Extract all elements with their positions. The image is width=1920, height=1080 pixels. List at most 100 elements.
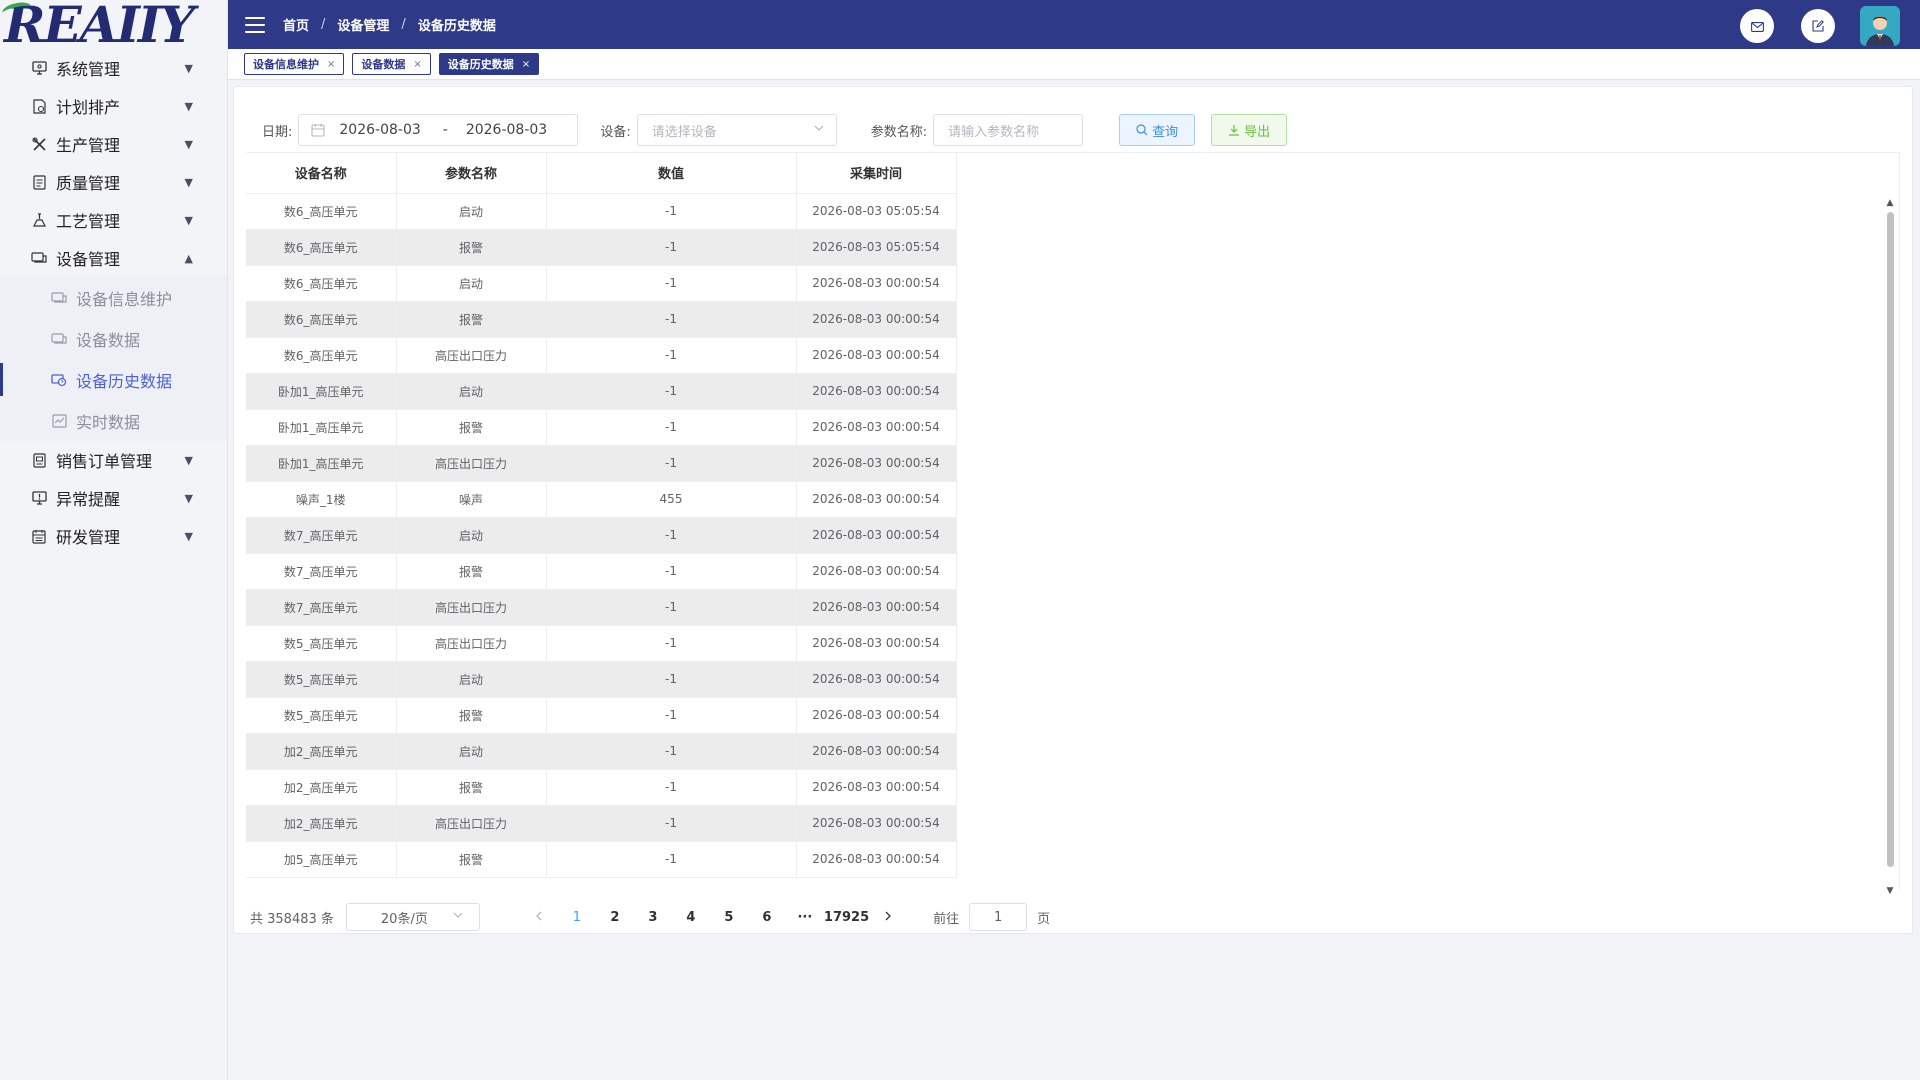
close-icon[interactable]: × xyxy=(327,59,335,70)
sidebar-item-rnd[interactable]: 研发管理 ▼ xyxy=(0,517,227,555)
table-scrollbar[interactable]: ▲ ▼ xyxy=(1885,198,1895,896)
query-button[interactable]: 查询 xyxy=(1119,114,1196,146)
close-icon[interactable]: × xyxy=(522,59,530,70)
table-row[interactable]: 数5_高压单元 启动 -1 2026-08-03 00:00:54 xyxy=(246,661,957,698)
scroll-down-icon[interactable]: ▼ xyxy=(1885,886,1895,896)
scroll-up-icon[interactable]: ▲ xyxy=(1885,198,1895,208)
table-row[interactable]: 数6_高压单元 报警 -1 2026-08-03 05:05:54 xyxy=(246,229,957,266)
sidebar-item-realtime-data[interactable]: 实时数据 xyxy=(0,400,227,441)
goto-page-input[interactable]: 1 xyxy=(969,903,1028,931)
table-row[interactable]: 数7_高压单元 启动 -1 2026-08-03 00:00:54 xyxy=(246,517,957,554)
table-row[interactable]: 数6_高压单元 启动 -1 2026-08-03 00:00:54 xyxy=(246,265,957,302)
tools-icon xyxy=(31,136,47,152)
table-row[interactable]: 数5_高压单元 报警 -1 2026-08-03 00:00:54 xyxy=(246,697,957,734)
table-row[interactable]: 卧加1_高压单元 报警 -1 2026-08-03 00:00:54 xyxy=(246,409,957,446)
sidebar-item-device-info[interactable]: 设备信息维护 xyxy=(0,277,227,318)
history-table: 设备名称 参数名称 数值 采集时间 数6_高压单元 启动 -1 2026-08-03 … xyxy=(246,153,957,878)
cell-device-name: 数7_高压单元 xyxy=(246,517,397,554)
table-row[interactable]: 数6_高压单元 报警 -1 2026-08-03 00:00:54 xyxy=(246,301,957,338)
table-row[interactable]: 数5_高压单元 高压出口压力 -1 2026-08-03 00:00:54 xyxy=(246,625,957,662)
date-start[interactable]: 2026-08-03 xyxy=(339,122,420,138)
prev-page-icon[interactable] xyxy=(520,909,558,925)
table-row[interactable]: 噪声_1楼 噪声 455 2026-08-03 00:00:54 xyxy=(246,481,957,518)
table-row[interactable]: 数7_高压单元 报警 -1 2026-08-03 00:00:54 xyxy=(246,553,957,590)
cell-value: -1 xyxy=(546,661,797,698)
sidebar-item-process[interactable]: 工艺管理 ▼ xyxy=(0,201,227,239)
breadcrumb-home[interactable]: 首页 xyxy=(283,15,309,34)
page-number[interactable]: 5 xyxy=(710,910,748,925)
sidebar-item-device-data[interactable]: 设备数据 xyxy=(0,318,227,359)
page-number[interactable]: 1 xyxy=(558,910,596,925)
page-number[interactable]: 6 xyxy=(748,910,786,925)
cell-value: -1 xyxy=(546,769,797,806)
sidebar-item-production[interactable]: 生产管理 ▼ xyxy=(0,125,227,163)
table-row[interactable]: 加2_高压单元 启动 -1 2026-08-03 00:00:54 xyxy=(246,733,957,770)
cell-param-name: 报警 xyxy=(396,409,547,446)
table-row[interactable]: 数7_高压单元 高压出口压力 -1 2026-08-03 00:00:54 xyxy=(246,589,957,626)
table-row[interactable]: 加2_高压单元 报警 -1 2026-08-03 00:00:54 xyxy=(246,769,957,806)
tab-device-history[interactable]: 设备历史数据 × xyxy=(438,53,540,75)
column-header-value[interactable]: 数值 xyxy=(546,153,797,194)
table-row[interactable]: 加2_高压单元 高压出口压力 -1 2026-08-03 00:00:54 xyxy=(246,805,957,842)
page-ellipsis[interactable]: ··· xyxy=(786,910,824,925)
user-avatar[interactable] xyxy=(1860,6,1900,46)
cell-collect-time: 2026-08-03 00:00:54 xyxy=(796,517,957,554)
column-header-collect-time[interactable]: 采集时间 xyxy=(796,153,957,194)
export-button[interactable]: 导出 xyxy=(1211,114,1288,146)
cell-value: -1 xyxy=(546,517,797,554)
page-number[interactable]: 2 xyxy=(596,910,634,925)
column-header-param-name[interactable]: 参数名称 xyxy=(396,153,547,194)
cell-param-name: 启动 xyxy=(396,265,547,302)
edit-icon xyxy=(1812,17,1824,36)
query-button-label: 查询 xyxy=(1152,124,1179,140)
avatar-person-icon xyxy=(1866,16,1894,46)
cell-device-name: 卧加1_高压单元 xyxy=(246,409,397,446)
tab-device-info[interactable]: 设备信息维护 × xyxy=(244,53,345,75)
close-icon[interactable]: × xyxy=(413,59,421,70)
sidebar-item-planning[interactable]: 计划排产 ▼ xyxy=(0,87,227,125)
table-row[interactable]: 数6_高压单元 高压出口压力 -1 2026-08-03 00:00:54 xyxy=(246,337,957,374)
date-separator: - xyxy=(442,122,448,138)
sidebar-item-label: 质量管理 xyxy=(56,174,121,193)
date-end[interactable]: 2026-08-03 xyxy=(466,122,547,138)
page-size-select[interactable]: 20条/页 xyxy=(345,903,480,931)
cell-value: -1 xyxy=(546,589,797,626)
table-row[interactable]: 卧加1_高压单元 高压出口压力 -1 2026-08-03 00:00:54 xyxy=(246,445,957,482)
mail-button[interactable] xyxy=(1740,9,1774,43)
tab-device-data[interactable]: 设备数据 × xyxy=(352,53,431,75)
param-name-input[interactable]: 请输入参数名称 xyxy=(933,114,1084,146)
table-row[interactable]: 数6_高压单元 启动 -1 2026-08-03 05:05:54 xyxy=(246,193,957,230)
column-header-device-name[interactable]: 设备名称 xyxy=(246,153,397,194)
sidebar-item-alerts[interactable]: 异常提醒 ▼ xyxy=(0,479,227,517)
sidebar-item-sales-order[interactable]: 销售订单管理 ▼ xyxy=(0,441,227,479)
device-select[interactable]: 请选择设备 xyxy=(636,114,837,146)
scrollbar-thumb[interactable] xyxy=(1887,212,1894,867)
device-icon xyxy=(51,331,67,347)
hamburger-menu-icon[interactable] xyxy=(245,16,265,33)
caret-up-icon: ▲ xyxy=(184,251,193,265)
sidebar-item-device[interactable]: 设备管理 ▲ xyxy=(0,239,227,277)
next-page-icon[interactable] xyxy=(869,909,907,925)
table-row[interactable]: 卧加1_高压单元 启动 -1 2026-08-03 00:00:54 xyxy=(246,373,957,410)
calendar-icon xyxy=(311,123,325,137)
edit-button[interactable] xyxy=(1801,9,1835,43)
sidebar-item-system[interactable]: 系统管理 ▼ xyxy=(0,49,227,87)
cell-collect-time: 2026-08-03 00:00:54 xyxy=(796,373,957,410)
sidebar-subitem-label: 设备历史数据 xyxy=(76,371,173,391)
page-number-last[interactable]: 17925 xyxy=(824,910,869,925)
cell-param-name: 启动 xyxy=(396,733,547,770)
filter-bar: 日期: 2026-08-03 - 2026-08-03 设备: 请选择设备 参数… xyxy=(262,114,1303,146)
page-number[interactable]: 3 xyxy=(634,910,672,925)
page-number[interactable]: 4 xyxy=(672,910,710,925)
date-range-picker[interactable]: 2026-08-03 - 2026-08-03 xyxy=(298,114,579,146)
header-actions xyxy=(1713,6,1900,46)
cell-collect-time: 2026-08-03 00:00:54 xyxy=(796,661,957,698)
breadcrumb: 首页 / 设备管理 / 设备历史数据 xyxy=(283,15,496,34)
sidebar-item-device-history[interactable]: 设备历史数据 xyxy=(0,359,227,400)
sidebar-item-quality[interactable]: 质量管理 ▼ xyxy=(0,163,227,201)
sidebar-item-label: 系统管理 xyxy=(56,60,121,79)
table-row[interactable]: 加5_高压单元 报警 -1 2026-08-03 00:00:54 xyxy=(246,841,957,878)
cell-device-name: 加5_高压单元 xyxy=(246,841,397,878)
cell-collect-time: 2026-08-03 00:00:54 xyxy=(796,805,957,842)
breadcrumb-device-management[interactable]: 设备管理 xyxy=(337,15,389,34)
